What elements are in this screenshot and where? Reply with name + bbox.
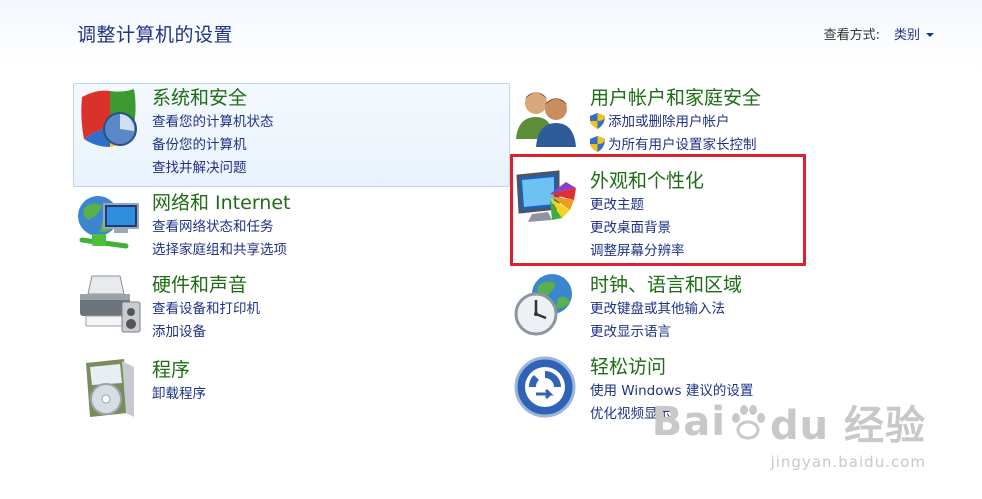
- users-icon: [516, 92, 576, 147]
- chevron-down-icon: [926, 32, 934, 37]
- uac-shield-icon: [590, 136, 605, 152]
- shield-icon: [81, 89, 137, 147]
- link-label: 为所有用户设置家长控制: [608, 137, 757, 153]
- view-mode-dropdown[interactable]: 类别: [894, 24, 934, 43]
- link-uninstall[interactable]: 卸载程序: [152, 383, 206, 406]
- link-devices-printers[interactable]: 查看设备和打印机: [152, 298, 260, 321]
- link-network-status[interactable]: 查看网络状态和任务: [152, 216, 290, 239]
- category-title[interactable]: 程序: [152, 357, 206, 383]
- network-globe-icon: [78, 196, 139, 249]
- page-title: 调整计算机的设置: [77, 24, 234, 46]
- category-title[interactable]: 用户帐户和家庭安全: [590, 85, 761, 111]
- uac-shield-icon: [590, 113, 605, 129]
- paw-logo-icon: [731, 405, 765, 440]
- clock-globe-icon: [514, 274, 572, 336]
- printer-icon: [80, 275, 141, 333]
- category-title[interactable]: 网络和 Internet: [152, 190, 290, 216]
- link-homegroup[interactable]: 选择家庭组和共享选项: [152, 239, 290, 262]
- category-title[interactable]: 时钟、语言和区域: [590, 272, 742, 298]
- link-keyboard-input[interactable]: 更改键盘或其他输入法: [590, 298, 742, 321]
- category-title[interactable]: 硬件和声音: [152, 272, 260, 298]
- link-backup[interactable]: 备份您的计算机: [152, 134, 274, 157]
- accessibility-icon: [514, 356, 576, 418]
- watermark-url: jingyan.baidu.com: [770, 453, 926, 471]
- link-display-language[interactable]: 更改显示语言: [590, 321, 742, 344]
- category-title[interactable]: 轻松访问: [590, 354, 753, 380]
- link-troubleshoot[interactable]: 查找并解决问题: [152, 157, 274, 180]
- view-mode-label: 查看方式:: [823, 28, 880, 43]
- highlight-annotation: [510, 154, 806, 266]
- link-label: 添加或删除用户帐户: [608, 114, 730, 130]
- link-add-device[interactable]: 添加设备: [152, 321, 260, 344]
- view-mode: 查看方式: 类别: [824, 24, 934, 43]
- baidu-jingyan-watermark: Bai du 经验 jingyan.baidu.com: [651, 399, 926, 471]
- view-mode-value: 类别: [893, 28, 920, 43]
- programs-icon: [86, 359, 134, 417]
- link-add-remove-accounts[interactable]: 添加或删除用户帐户: [590, 111, 761, 134]
- category-title[interactable]: 系统和安全: [152, 85, 274, 111]
- link-view-status[interactable]: 查看您的计算机状态: [152, 111, 274, 134]
